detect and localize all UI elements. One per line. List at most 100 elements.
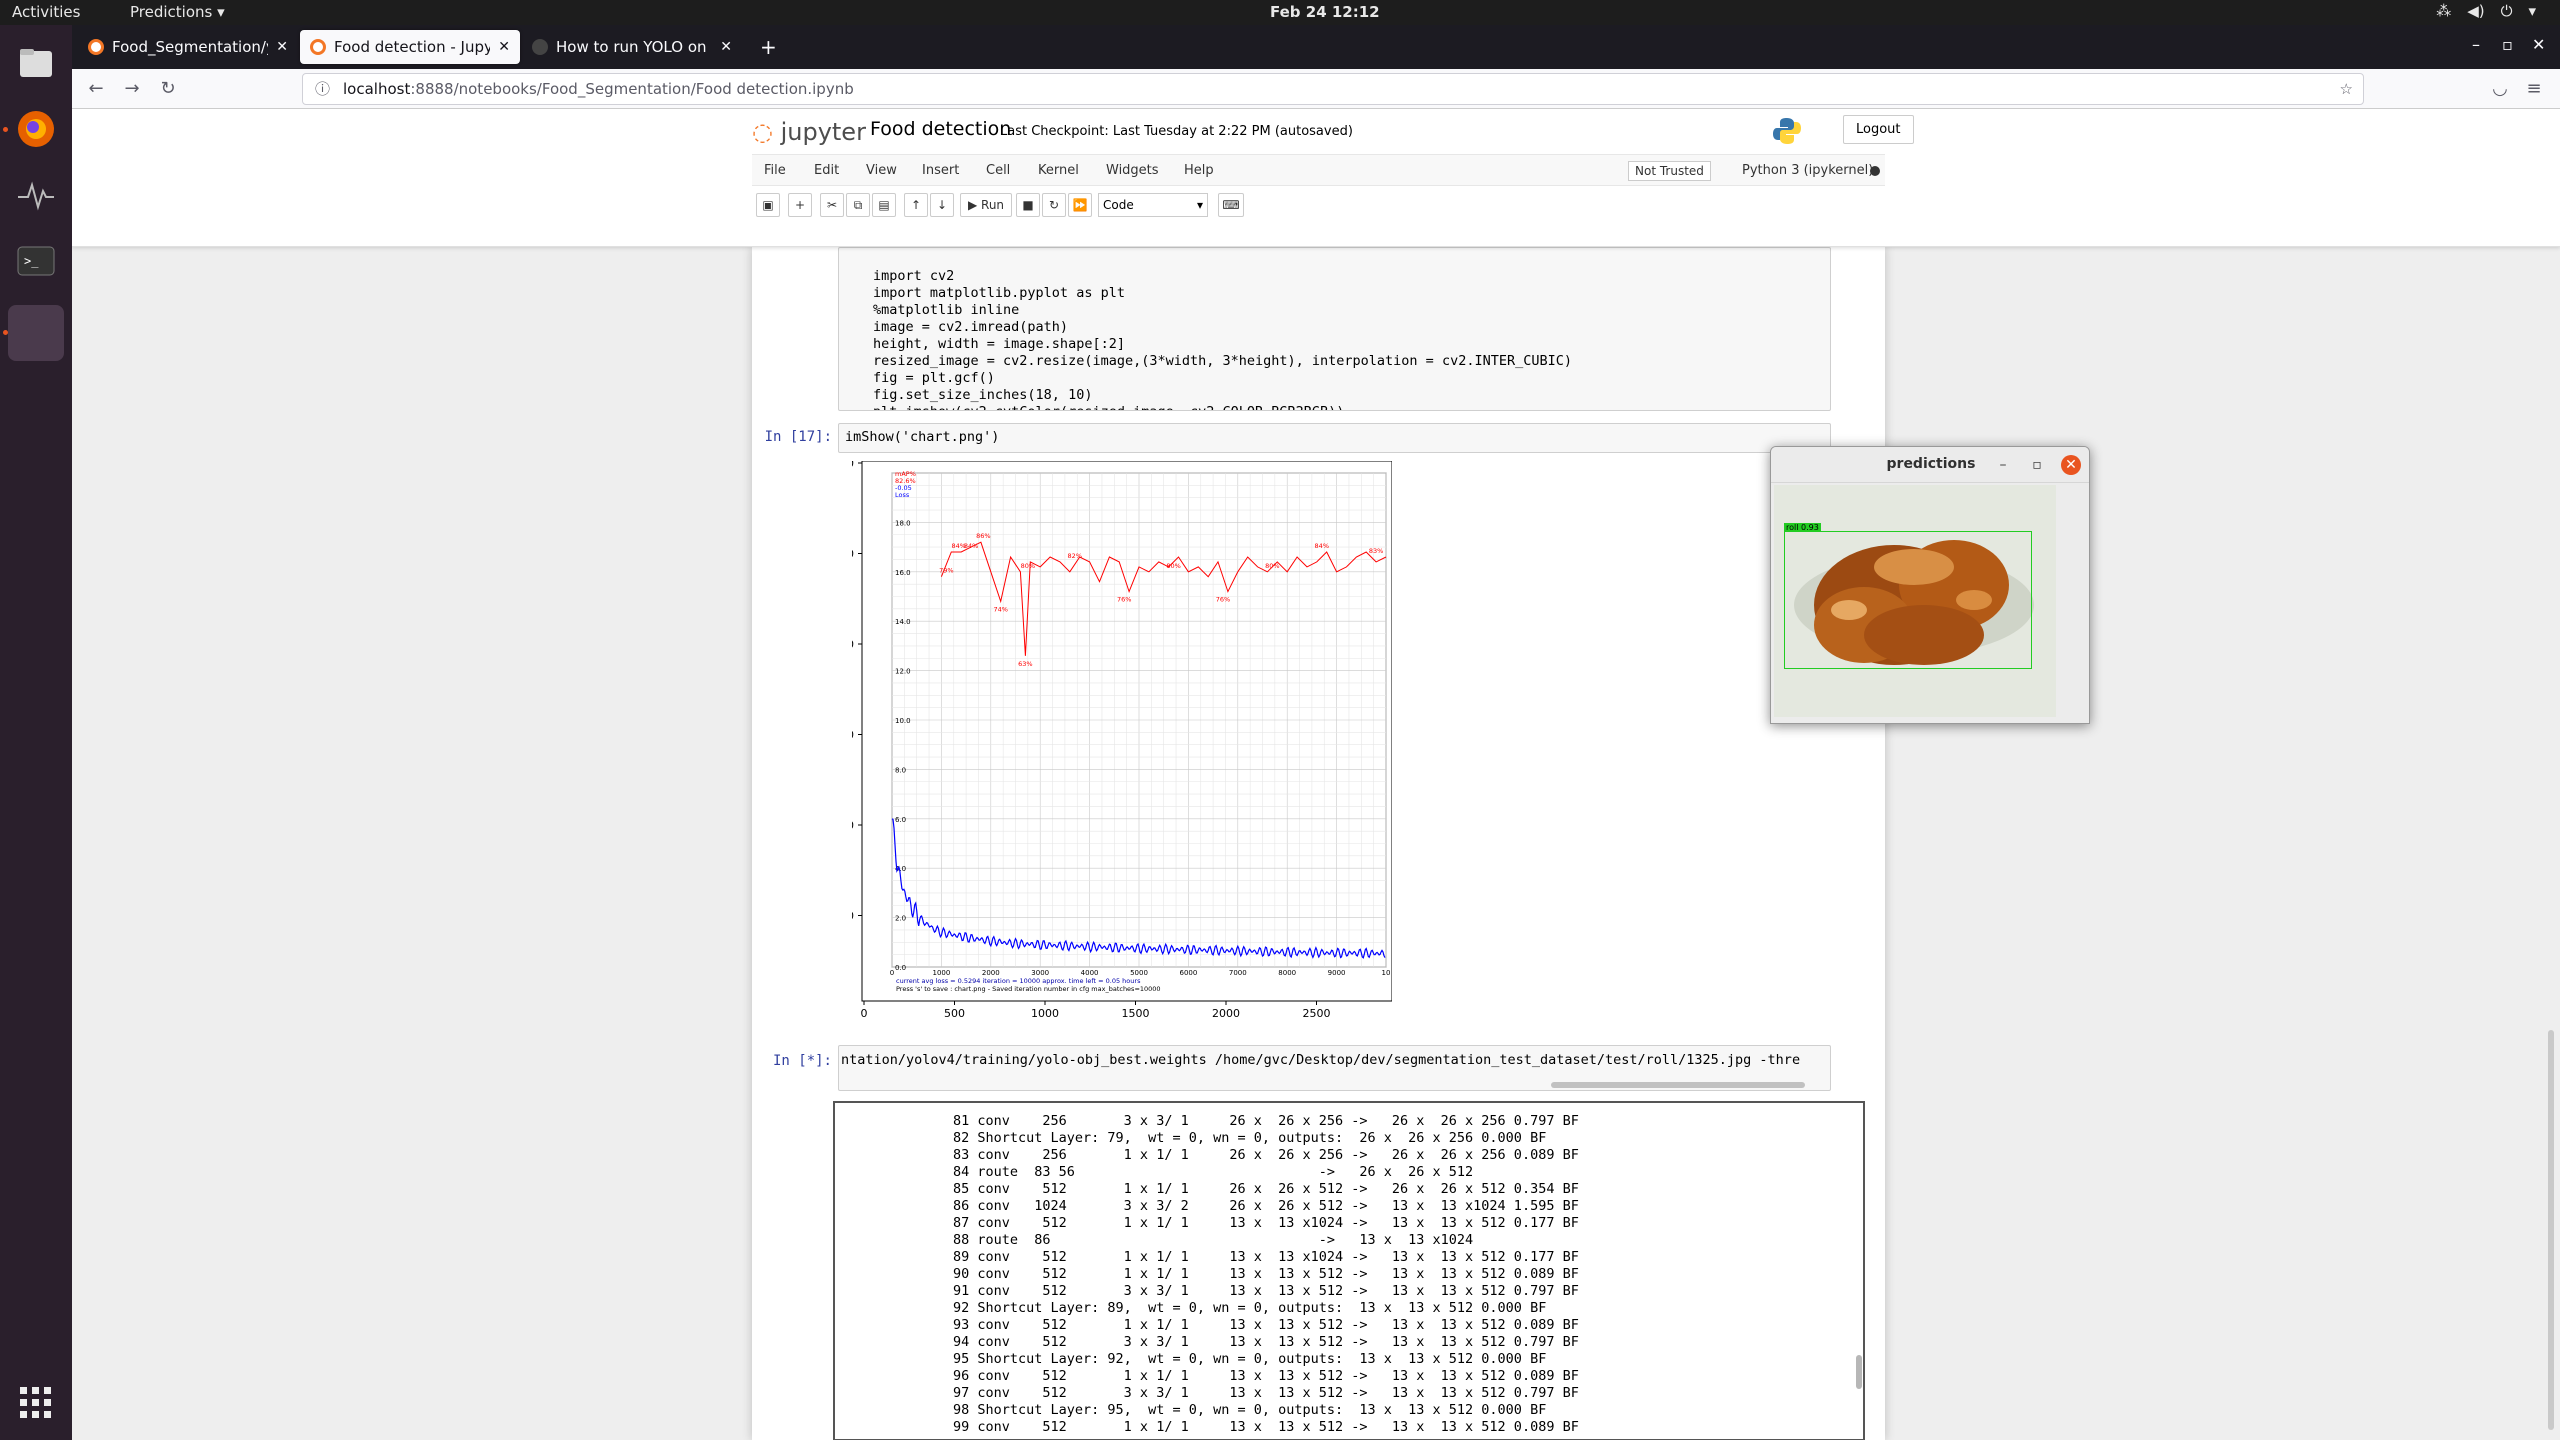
paste-icon[interactable]: ▤	[872, 193, 896, 217]
logout-button[interactable]: Logout	[1843, 115, 1914, 144]
log-line: 93 conv 512 1 x 1/ 1 13 x 13 x 512 -> 13…	[953, 1317, 1579, 1333]
kernel-name[interactable]: Python 3 (ipykernel)	[1742, 163, 1873, 178]
cell-type-select[interactable]: Code ▾	[1098, 193, 1208, 217]
y-tick-label: 8.0	[895, 766, 906, 774]
menu-view[interactable]: View	[866, 163, 897, 178]
menu-cell[interactable]: Cell	[986, 163, 1010, 178]
firefox-window: Food_Segmentation/yolo ✕ Food detection …	[72, 25, 2560, 1440]
close-window-icon[interactable]: ✕	[2532, 35, 2545, 54]
log-line: 82 Shortcut Layer: 79, wt = 0, wn = 0, o…	[953, 1130, 1547, 1146]
menu-help[interactable]: Help	[1184, 163, 1214, 178]
hamburger-menu-icon[interactable]: ≡	[2520, 75, 2548, 103]
maximize-icon[interactable]: ▫	[2027, 455, 2047, 475]
predictions-titlebar[interactable]: predictions – ▫ ✕	[1771, 447, 2089, 483]
terminal-icon: >_	[17, 246, 55, 276]
map-data-label: 74%	[993, 605, 1007, 613]
log-line: 90 conv 512 1 x 1/ 1 13 x 13 x 512 -> 13…	[953, 1266, 1579, 1282]
cut-icon[interactable]: ✂	[820, 193, 844, 217]
running-indicator	[3, 127, 8, 132]
code-cell-1[interactable]: import cv2 import matplotlib.pyplot as pl…	[838, 247, 1831, 411]
training-chart-output: 0 500 1000 1500 2000 2500 0 500 1000 1500 2000 2500…	[852, 461, 1392, 1031]
tab-github-repo[interactable]: Food_Segmentation/yolo ✕	[78, 30, 298, 64]
close-icon[interactable]: ✕	[2061, 455, 2081, 475]
horizontal-scrollbar[interactable]	[1551, 1082, 1805, 1088]
app-menu[interactable]: Predictions ▾	[130, 3, 225, 21]
code-cell-3[interactable]: ntation/yolov4/training/yolo-obj_best.we…	[838, 1045, 1831, 1091]
notebook-toolbar: ▣ + ✂ ⧉ ▤ ↑ ↓ ▶ Run ■ ↻ ⏩ Code ▾ ⌨	[752, 190, 1885, 222]
map-data-label: 79%	[939, 567, 953, 575]
menu-insert[interactable]: Insert	[922, 163, 959, 178]
move-down-icon[interactable]: ↓	[930, 193, 954, 217]
x-tick-label: 1000	[932, 969, 950, 977]
pocket-icon[interactable]: ◡	[2486, 75, 2514, 103]
trusted-indicator[interactable]: Not Trusted	[1628, 161, 1711, 181]
show-apps-button[interactable]	[8, 1375, 64, 1431]
dock: >_	[0, 25, 72, 1440]
outer-x-tick-label: 2500	[1303, 1007, 1331, 1020]
python-logo-icon	[1773, 118, 1801, 144]
tab-how-to-run-yolo[interactable]: How to run YOLO on mul ✕	[522, 30, 742, 64]
move-up-icon[interactable]: ↑	[904, 193, 928, 217]
detection-label: roll 0.93	[1784, 523, 1821, 532]
system-tray[interactable]: ⁂ ◀) ⏻ ▾	[2436, 2, 2536, 20]
log-line: 87 conv 512 1 x 1/ 1 13 x 13 x1024 -> 13…	[953, 1215, 1579, 1231]
output-scrollbar[interactable]	[1856, 1355, 1862, 1389]
dock-system-monitor[interactable]	[8, 167, 64, 223]
outer-y-tick-label: 2000	[852, 819, 854, 832]
add-cell-icon[interactable]: +	[788, 193, 812, 217]
dock-terminal[interactable]: >_	[8, 233, 64, 289]
power-icon: ⏻	[2500, 2, 2513, 20]
minimize-icon[interactable]: –	[2472, 35, 2480, 54]
forward-icon[interactable]: →	[118, 75, 146, 103]
jupyter-logo[interactable]: ◌ jupyter	[752, 118, 866, 146]
restore-icon[interactable]: ▫	[2502, 35, 2513, 54]
copy-icon[interactable]: ⧉	[846, 193, 870, 217]
x-tick-label: 2000	[982, 969, 1000, 977]
firefox-icon	[18, 111, 54, 147]
close-icon[interactable]: ✕	[276, 39, 288, 55]
notebook-menubar: File Edit View Insert Cell Kernel Widget…	[752, 154, 1885, 186]
outer-y-tick-label: 500	[852, 548, 854, 561]
close-icon[interactable]: ✕	[720, 39, 732, 55]
clock[interactable]: Feb 24 12:12	[1270, 3, 1380, 21]
save-icon[interactable]: ▣	[756, 193, 780, 217]
command-palette-icon[interactable]: ⌨	[1218, 193, 1244, 217]
run-button[interactable]: ▶ Run	[960, 193, 1012, 217]
code-cell-2[interactable]: imShow('chart.png')	[838, 423, 1831, 453]
x-tick-label: 5000	[1130, 969, 1148, 977]
menu-widgets[interactable]: Widgets	[1106, 163, 1159, 178]
bookmark-star-icon[interactable]: ☆	[2340, 74, 2353, 104]
system-monitor-icon	[18, 181, 54, 211]
new-tab-button[interactable]: +	[750, 30, 786, 64]
close-icon[interactable]: ✕	[498, 39, 510, 55]
dock-predictions-window[interactable]	[8, 305, 64, 361]
code-line: fig.set_size_inches(18, 10)	[873, 387, 1093, 403]
tab-food-detection[interactable]: Food detection - Jupyter ✕	[300, 30, 520, 64]
map-data-label: 76%	[1117, 596, 1131, 604]
activities-button[interactable]: Activities	[12, 3, 80, 21]
detection-box	[1784, 531, 2032, 669]
dock-firefox[interactable]	[8, 101, 64, 157]
y-tick-label: 12.0	[895, 668, 911, 676]
menu-kernel[interactable]: Kernel	[1038, 163, 1079, 178]
page-scrollbar[interactable]	[2548, 1030, 2554, 1430]
menu-edit[interactable]: Edit	[814, 163, 839, 178]
back-icon[interactable]: ←	[82, 75, 110, 103]
interrupt-icon[interactable]: ■	[1016, 193, 1040, 217]
dock-files[interactable]	[8, 35, 64, 91]
info-icon[interactable]: ⓘ	[315, 74, 330, 104]
x-tick-label: 6000	[1179, 969, 1197, 977]
restart-icon[interactable]: ↻	[1042, 193, 1066, 217]
log-line: 83 conv 256 1 x 1/ 1 26 x 26 x 256 -> 26…	[953, 1147, 1579, 1163]
notebook-name[interactable]: Food detection	[870, 118, 1011, 140]
y-tick-label: 14.0	[895, 618, 911, 626]
code-cell-2-text: imShow('chart.png')	[845, 429, 1000, 445]
url-bar[interactable]: ⓘ localhost:8888/notebooks/Food_Segmenta…	[302, 73, 2364, 105]
minimize-icon[interactable]: –	[1993, 455, 2013, 475]
reload-icon[interactable]: ↻	[154, 75, 182, 103]
outer-x-tick-label: 0	[861, 1007, 868, 1020]
predictions-window[interactable]: predictions – ▫ ✕ roll 0.93	[1770, 446, 2090, 724]
restart-run-all-icon[interactable]: ⏩	[1068, 193, 1092, 217]
menu-file[interactable]: File	[764, 163, 786, 178]
log-line: 98 Shortcut Layer: 95, wt = 0, wn = 0, o…	[953, 1402, 1547, 1418]
